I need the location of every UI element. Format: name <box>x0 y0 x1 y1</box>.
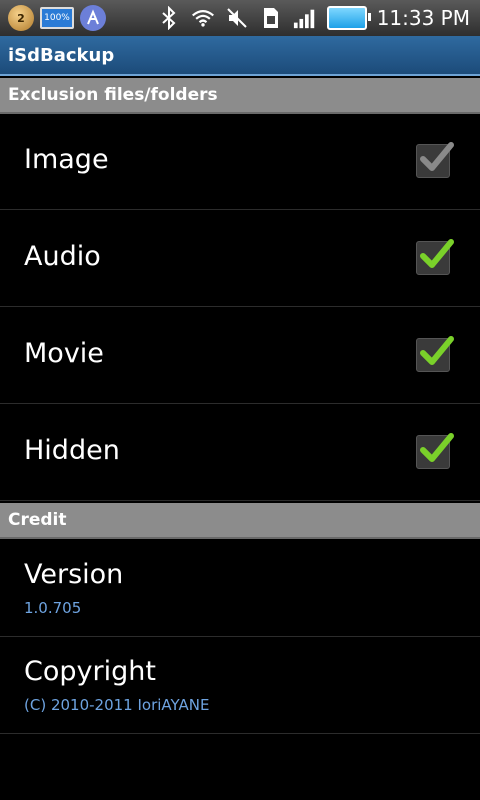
pref-label: Copyright <box>24 656 156 687</box>
wifi-icon <box>191 6 215 30</box>
battery-notification-icon: 100% <box>40 7 74 29</box>
pref-label: Image <box>24 144 109 175</box>
pref-label: Movie <box>24 338 104 369</box>
section-header-exclusion: Exclusion files/folders <box>0 78 480 114</box>
section-header-label: Exclusion files/folders <box>8 85 218 105</box>
check-icon <box>420 336 454 365</box>
pref-row-hidden[interactable]: Hidden <box>0 405 480 501</box>
audio-checkbox[interactable] <box>416 239 454 275</box>
app-notification-icon <box>80 5 106 31</box>
notification-area[interactable]: 2 100% <box>0 5 106 31</box>
pref-row-image[interactable]: Image <box>0 114 480 210</box>
pref-label: Version <box>24 559 124 590</box>
status-bar: 2 100% 11:33 PM <box>0 0 480 36</box>
system-icons: 11:33 PM <box>157 6 480 30</box>
app-title: iSdBackup <box>8 44 115 66</box>
pref-row-copyright[interactable]: Copyright (C) 2010-2011 IoriAYANE <box>0 638 480 734</box>
image-checkbox[interactable] <box>416 142 454 178</box>
pref-summary: (C) 2010-2011 IoriAYANE <box>24 696 210 714</box>
pref-row-version[interactable]: Version 1.0.705 <box>0 541 480 637</box>
pref-summary: 1.0.705 <box>24 599 82 617</box>
notification-count: 2 <box>17 11 25 25</box>
pref-row-movie[interactable]: Movie <box>0 308 480 404</box>
notification-battery-text: 100% <box>44 13 70 23</box>
coin-notification-icon: 2 <box>8 5 34 31</box>
section-header-credit: Credit <box>0 503 480 539</box>
bluetooth-icon <box>157 6 181 30</box>
pref-row-audio[interactable]: Audio <box>0 211 480 307</box>
app-title-bar: iSdBackup <box>0 36 480 76</box>
sim-icon <box>259 6 283 30</box>
check-icon <box>420 433 454 462</box>
check-icon <box>420 142 454 171</box>
hidden-checkbox[interactable] <box>416 433 454 469</box>
clock: 11:33 PM <box>376 6 470 30</box>
pref-label: Audio <box>24 241 101 272</box>
movie-checkbox[interactable] <box>416 336 454 372</box>
battery-icon <box>326 6 371 30</box>
pref-label: Hidden <box>24 435 120 466</box>
signal-icon <box>293 6 317 30</box>
mute-icon <box>225 6 249 30</box>
check-icon <box>420 239 454 268</box>
section-header-label: Credit <box>8 510 67 530</box>
